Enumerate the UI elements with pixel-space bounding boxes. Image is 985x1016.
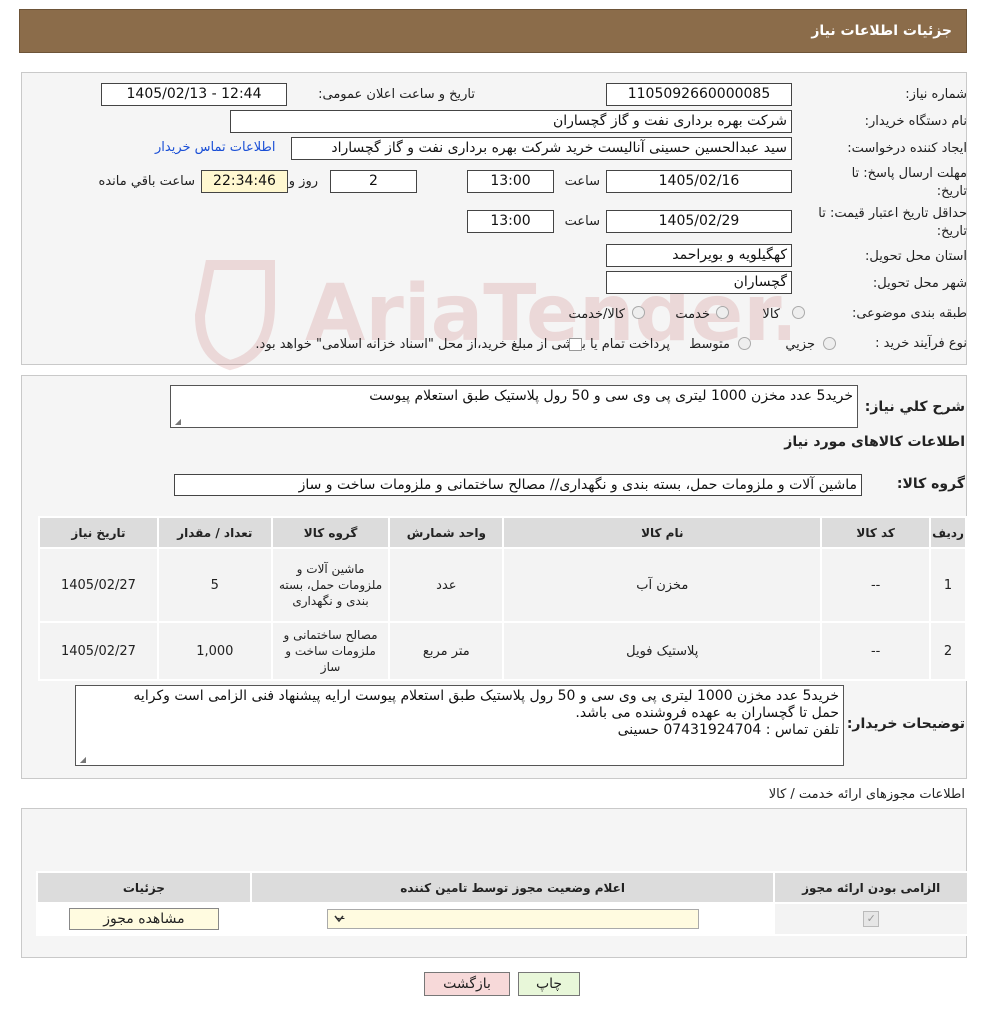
resize-grip-icon[interactable]: ◢: [173, 418, 181, 426]
goods-group-label: گروه کالا:: [896, 476, 965, 492]
cell-unit: متر مربع: [390, 623, 503, 679]
col-code: کد کالا: [822, 518, 930, 547]
cell-qty: 5: [158, 549, 271, 621]
process-radio-medium[interactable]: [738, 337, 751, 350]
cell-row: 1: [931, 549, 965, 621]
buyer-notes-line-1: خرید5 عدد مخزن 1000 لیتری پی وی سی و 50 …: [133, 688, 839, 704]
reply-time-field: 13:00: [467, 170, 554, 193]
items-table-header: ردیف کد کالا نام کالا واحد شمارش گروه کا…: [40, 518, 965, 547]
process-radio-minor[interactable]: [823, 337, 836, 350]
reply-deadline-label-2: تاریخ:: [936, 184, 967, 199]
col-row: ردیف: [931, 518, 965, 547]
buyer-org-field: شرکت بهره برداری نفت و گاز گچساران: [230, 110, 792, 133]
col-permit-details: جزئیات: [38, 873, 250, 902]
process-label: نوع فرآیند خرید :: [875, 336, 967, 351]
col-permit-required: الزامی بودن ارائه مجوز: [775, 873, 967, 902]
cell-name: پلاستیک فویل: [504, 623, 821, 679]
cell-group: ماشین آلات و ملزومات حمل، بسته بندی و نگ…: [272, 549, 389, 621]
permits-table-header: الزامی بودن ارائه مجوز اعلام وضعیت مجوز …: [38, 873, 967, 902]
col-date: تاریخ نیاز: [40, 518, 157, 547]
treasury-checkbox[interactable]: [569, 338, 582, 351]
buyer-notes-label: توضیحات خریدار:: [846, 716, 965, 732]
cell-group: مصالح ساختمانی و ملزومات ساخت و ساز: [272, 623, 389, 679]
category-option-goods: کالا: [762, 307, 780, 322]
page-header: جزئیات اطلاعات نیاز: [19, 9, 967, 53]
cell-permit-status: --: [251, 904, 774, 934]
price-time-field: 13:00: [467, 210, 554, 233]
table-row: ✓ -- مشاهده مجوز: [38, 904, 967, 934]
permit-status-select[interactable]: --: [326, 909, 699, 929]
reply-date-field: 1405/02/16: [606, 170, 792, 193]
cell-qty: 1,000: [158, 623, 271, 679]
cell-code: --: [822, 549, 930, 621]
buyer-notes-line-3: تلفن تماس : 07431924704 حسینی: [617, 722, 839, 738]
buyer-contact-link[interactable]: اطلاعات تماس خریدار: [155, 140, 275, 155]
price-date-field: 1405/02/29: [606, 210, 792, 233]
goods-info-title: اطلاعات کالاهای مورد نیاز: [784, 434, 965, 450]
permits-table: الزامی بودن ارائه مجوز اعلام وضعیت مجوز …: [36, 871, 969, 936]
print-button[interactable]: چاپ: [518, 972, 580, 996]
days-label: روز و: [288, 174, 318, 189]
items-table: ردیف کد کالا نام کالا واحد شمارش گروه کا…: [38, 516, 967, 681]
category-radio-service[interactable]: [716, 306, 729, 319]
goods-group-field: ماشین آلات و ملزومات حمل، بسته بندی و نگ…: [174, 474, 862, 496]
price-validity-label-2: تاریخ:: [936, 224, 967, 239]
province-label: استان محل تحویل:: [865, 249, 967, 264]
col-group: گروه کالا: [272, 518, 389, 547]
remaining-time-field: 22:34:46: [201, 170, 288, 193]
description-text: خرید5 عدد مخزن 1000 لیتری پی وی سی و 50 …: [369, 388, 853, 404]
cell-name: مخزن آب: [504, 549, 821, 621]
cell-date: 1405/02/27: [40, 549, 157, 621]
remaining-time-label: ساعت باقي مانده: [98, 174, 195, 189]
cell-code: --: [822, 623, 930, 679]
need-number-label: شماره نیاز:: [905, 87, 967, 102]
view-permit-button[interactable]: مشاهده مجوز: [68, 908, 219, 930]
city-field: گچساران: [606, 271, 792, 294]
cell-unit: عدد: [390, 549, 503, 621]
cell-permit-required: ✓: [775, 904, 967, 934]
price-time-label: ساعت: [564, 214, 600, 229]
table-row: 2 -- پلاستیک فویل متر مربع مصالح ساختمان…: [40, 623, 965, 679]
description-label: شرح کلي نیاز:: [864, 399, 965, 415]
col-name: نام کالا: [504, 518, 821, 547]
buyer-org-label: نام دستگاه خریدار:: [864, 114, 967, 129]
buyer-notes-field: خرید5 عدد مخزن 1000 لیتری پی وی سی و 50 …: [75, 685, 844, 766]
process-option-medium: متوسط: [689, 337, 730, 352]
announce-date-label: تاریخ و ساعت اعلان عمومی:: [318, 87, 475, 102]
table-row: 1 -- مخزن آب عدد ماشین آلات و ملزومات حم…: [40, 549, 965, 621]
cell-row: 2: [931, 623, 965, 679]
col-permit-status: اعلام وضعیت مجوز توسط تامین کننده: [251, 873, 774, 902]
buyer-notes-line-2: حمل تا گچساران به عهده فروشنده می باشد.: [575, 705, 839, 721]
col-qty: تعداد / مقدار: [158, 518, 271, 547]
cell-permit-details: مشاهده مجوز: [38, 904, 250, 934]
cell-date: 1405/02/27: [40, 623, 157, 679]
permits-title: اطلاعات مجوزهای ارائه خدمت / کالا: [768, 787, 965, 802]
province-field: کهگیلویه و بویراحمد: [606, 244, 792, 267]
city-label: شهر محل تحویل:: [872, 276, 967, 291]
chevron-down-icon: [334, 915, 344, 923]
category-radio-goods[interactable]: [792, 306, 805, 319]
category-label: طبقه بندی موضوعی:: [851, 306, 967, 321]
permit-required-checkbox: ✓: [863, 911, 880, 927]
process-option-minor: جزیي: [785, 337, 815, 352]
treasury-payment-note: پرداخت تمام یا بخشی از مبلغ خرید،از محل …: [255, 337, 670, 352]
reply-time-label: ساعت: [564, 174, 600, 189]
resize-grip-icon[interactable]: ◢: [78, 756, 86, 764]
col-unit: واحد شمارش: [390, 518, 503, 547]
category-option-service: خدمت: [675, 307, 710, 322]
creator-field: سید عبدالحسین حسینی آنالیست خرید شرکت به…: [291, 137, 792, 160]
description-field: خرید5 عدد مخزن 1000 لیتری پی وی سی و 50 …: [170, 385, 858, 428]
days-remaining-field: 2: [330, 170, 417, 193]
back-button[interactable]: بازگشت: [424, 972, 510, 996]
announce-date-field: 1405/02/13 - 12:44: [101, 83, 287, 106]
category-radio-goods-service[interactable]: [632, 306, 645, 319]
reply-deadline-label: مهلت ارسال پاسخ: تا: [851, 166, 967, 181]
category-option-goods-service: کالا/خدمت: [568, 307, 625, 322]
price-validity-label: حداقل تاریخ اعتبار قیمت: تا: [818, 206, 967, 221]
need-number-field: 1105092660000085: [606, 83, 792, 106]
creator-label: ایجاد کننده درخواست:: [847, 141, 967, 156]
